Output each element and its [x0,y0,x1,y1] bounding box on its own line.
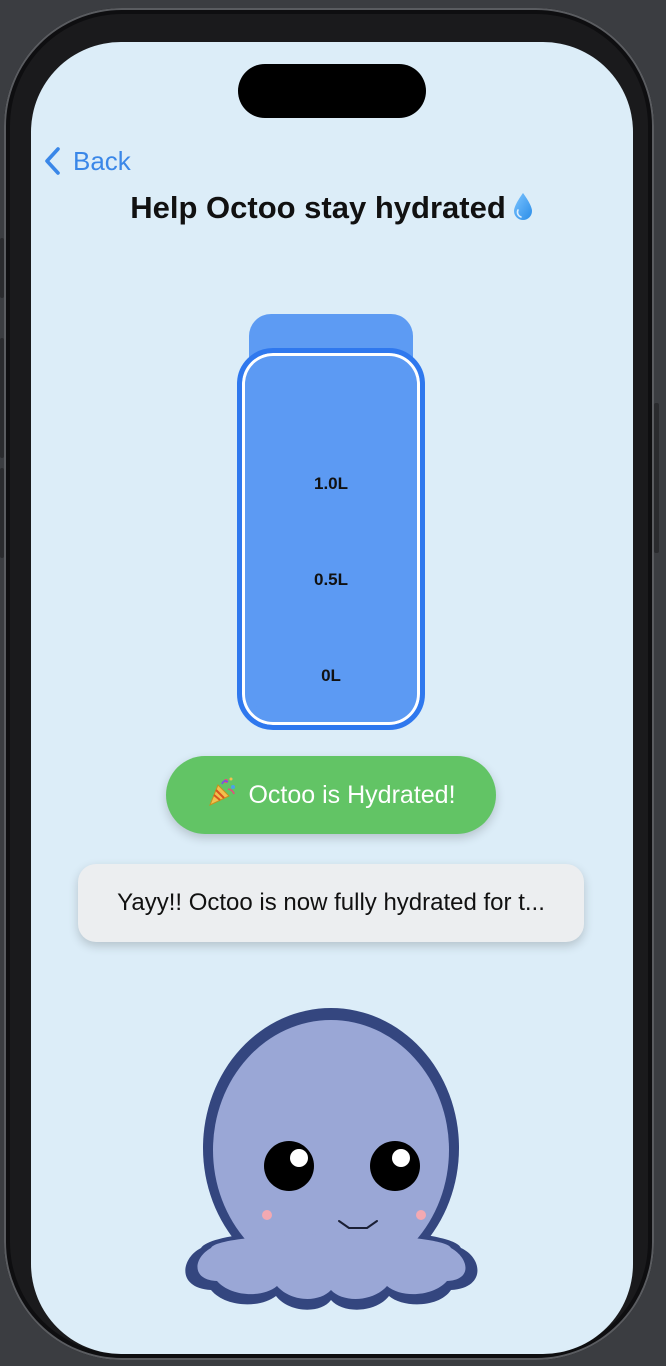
silent-switch [0,468,4,558]
volume-up-button [0,238,4,298]
hydration-message-text: Yayy!! Octoo is now fully hydrated for t… [117,889,545,916]
volume-down-button [0,338,4,458]
dynamic-island [238,64,426,118]
party-popper-icon [206,776,248,815]
bottle-mark-half-l: 0.5L [313,570,349,589]
power-button [654,403,659,553]
back-label: Back [73,145,131,176]
chevron-left-icon [43,146,61,176]
page-title: Help Octoo stay hydrated [31,190,633,230]
water-bottle: 1.0L 0.5L 0L [237,348,425,730]
hydration-message: Yayy!! Octoo is now fully hydrated for t… [78,864,584,942]
page-title-text: Help Octoo stay hydrated [130,190,506,225]
back-button[interactable]: Back [43,142,131,180]
bottle-mark-0l: 0L [321,666,341,685]
hydrated-status-label: Octoo is Hydrated! [248,780,456,809]
hydrated-status-button[interactable]: Octoo is Hydrated! [166,756,496,834]
bottle-water-fill [250,361,412,717]
bottle-mark-1l: 1.0L [313,474,349,493]
water-drop-icon [512,192,534,230]
phone-frame: Back Help Octoo stay hydrated 1.0L 0.5L [0,8,659,1360]
octopus-mascot [171,1008,491,1323]
app-screen: Back Help Octoo stay hydrated 1.0L 0.5L [31,42,633,1354]
